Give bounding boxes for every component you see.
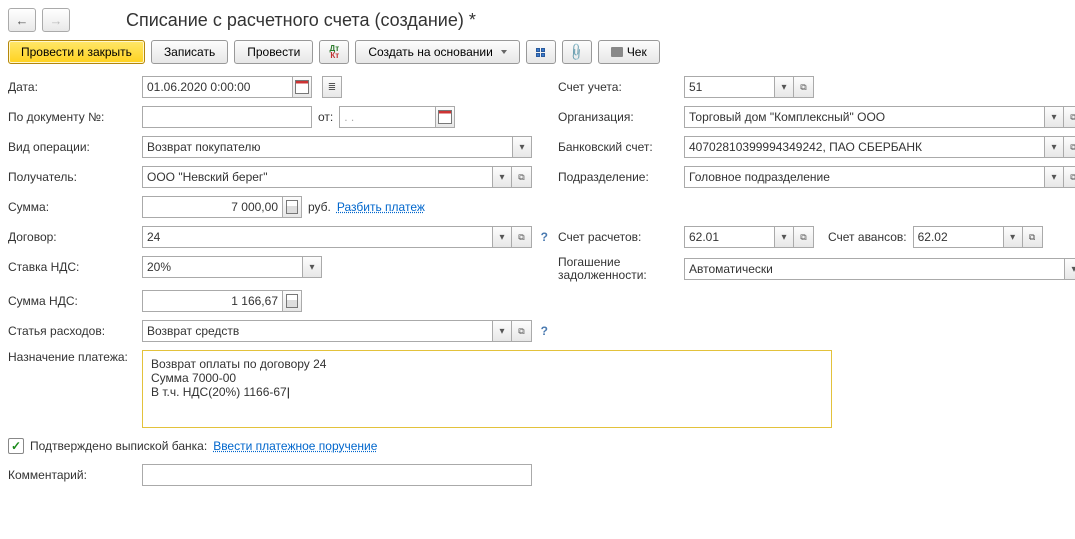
- contract-input[interactable]: 24: [142, 226, 492, 248]
- account-input[interactable]: 51: [684, 76, 774, 98]
- vatsum-label: Сумма НДС:: [8, 294, 136, 308]
- contract-open-button[interactable]: ⧉: [512, 226, 532, 248]
- docnum-date-input[interactable]: . .: [339, 106, 435, 128]
- account-dropdown-button[interactable]: ▾: [774, 76, 794, 98]
- calc-account-label: Счет расчетов:: [558, 230, 678, 244]
- confirmed-label: Подтверждено выпиской банка:: [30, 439, 207, 453]
- org-dropdown-button[interactable]: ▾: [1044, 106, 1064, 128]
- create-based-on-button[interactable]: Создать на основании: [355, 40, 520, 64]
- debt-dropdown-button[interactable]: ▾: [1064, 258, 1075, 280]
- post-and-close-button[interactable]: Провести и закрыть: [8, 40, 145, 64]
- attach-button[interactable]: 📎: [562, 40, 592, 64]
- optype-dropdown-button[interactable]: ▾: [512, 136, 532, 158]
- expense-dropdown-button[interactable]: ▾: [492, 320, 512, 342]
- expense-label: Статья расходов:: [8, 324, 136, 338]
- date-calendar-button[interactable]: [292, 76, 312, 98]
- currency-label: руб.: [308, 200, 331, 214]
- toolbar: Провести и закрыть Записать Провести ДтК…: [8, 40, 1067, 64]
- check-label: Чек: [627, 45, 647, 59]
- division-dropdown-button[interactable]: ▾: [1044, 166, 1064, 188]
- optype-label: Вид операции:: [8, 140, 136, 154]
- vatrate-input[interactable]: 20%: [142, 256, 302, 278]
- expense-input[interactable]: Возврат средств: [142, 320, 492, 342]
- optype-input[interactable]: Возврат покупателю: [142, 136, 512, 158]
- calculator-icon: [286, 294, 298, 308]
- confirmed-checkbox[interactable]: ✓: [8, 438, 24, 454]
- bank-input[interactable]: 40702810399994349242, ПАО СБЕРБАНК: [684, 136, 1044, 158]
- contract-help-icon[interactable]: ?: [541, 230, 548, 244]
- division-label: Подразделение:: [558, 170, 678, 184]
- debt-label: Погашение задолженности:: [558, 256, 678, 282]
- structure-icon: [536, 48, 545, 57]
- split-payment-link[interactable]: Разбить платеж: [337, 200, 425, 214]
- comment-input[interactable]: [142, 464, 532, 486]
- purpose-label: Назначение платежа:: [8, 350, 136, 364]
- sum-label: Сумма:: [8, 200, 136, 214]
- recipient-input[interactable]: ООО "Невский берег": [142, 166, 492, 188]
- vatrate-dropdown-button[interactable]: ▾: [302, 256, 322, 278]
- date-extra-button[interactable]: ≣: [322, 76, 342, 98]
- bank-open-button[interactable]: ⧉: [1064, 136, 1075, 158]
- nav-forward-button[interactable]: →: [42, 8, 70, 32]
- org-label: Организация:: [558, 110, 678, 124]
- bank-label: Банковский счет:: [558, 140, 678, 154]
- docnum-from-label: от:: [318, 110, 333, 124]
- debt-input[interactable]: Автоматически: [684, 258, 1064, 280]
- expense-help-icon[interactable]: ?: [541, 324, 548, 338]
- org-open-button[interactable]: ⧉: [1064, 106, 1075, 128]
- account-label: Счет учета:: [558, 80, 678, 94]
- post-button[interactable]: Провести: [234, 40, 313, 64]
- calc-account-dropdown-button[interactable]: ▾: [774, 226, 794, 248]
- enter-payment-link[interactable]: Ввести платежное поручение: [213, 439, 377, 453]
- docnum-date-calendar-button[interactable]: [435, 106, 455, 128]
- contract-dropdown-button[interactable]: ▾: [492, 226, 512, 248]
- dtkt-button[interactable]: ДтКт: [319, 40, 349, 64]
- calc-account-open-button[interactable]: ⧉: [794, 226, 814, 248]
- account-open-button[interactable]: ⧉: [794, 76, 814, 98]
- date-input[interactable]: 01.06.2020 0:00:00: [142, 76, 292, 98]
- structure-button[interactable]: [526, 40, 556, 64]
- dtkt-icon: ДтКт: [330, 45, 340, 59]
- save-button[interactable]: Записать: [151, 40, 228, 64]
- recipient-label: Получатель:: [8, 170, 136, 184]
- printer-icon: [611, 47, 623, 57]
- bank-dropdown-button[interactable]: ▾: [1044, 136, 1064, 158]
- paperclip-icon: 📎: [567, 42, 587, 62]
- page-title: Списание с расчетного счета (создание) *: [126, 10, 476, 31]
- advance-account-label: Счет авансов:: [828, 230, 907, 244]
- calendar-icon: [295, 80, 309, 94]
- vatsum-input[interactable]: 1 166,67: [142, 290, 282, 312]
- division-input[interactable]: Головное подразделение: [684, 166, 1044, 188]
- calendar-icon: [438, 110, 452, 124]
- expense-open-button[interactable]: ⧉: [512, 320, 532, 342]
- org-input[interactable]: Торговый дом "Комплексный" ООО: [684, 106, 1044, 128]
- docnum-label: По документу №:: [8, 110, 136, 124]
- date-label: Дата:: [8, 80, 136, 94]
- division-open-button[interactable]: ⧉: [1064, 166, 1075, 188]
- calc-account-input[interactable]: 62.01: [684, 226, 774, 248]
- docnum-input[interactable]: [142, 106, 312, 128]
- contract-label: Договор:: [8, 230, 136, 244]
- advance-account-input[interactable]: 62.02: [913, 226, 1003, 248]
- advance-account-dropdown-button[interactable]: ▾: [1003, 226, 1023, 248]
- sum-calc-button[interactable]: [282, 196, 302, 218]
- comment-label: Комментарий:: [8, 468, 136, 482]
- vatsum-calc-button[interactable]: [282, 290, 302, 312]
- recipient-dropdown-button[interactable]: ▾: [492, 166, 512, 188]
- nav-back-button[interactable]: ←: [8, 8, 36, 32]
- vatrate-label: Ставка НДС:: [8, 260, 136, 274]
- advance-account-open-button[interactable]: ⧉: [1023, 226, 1043, 248]
- check-button[interactable]: Чек: [598, 40, 660, 64]
- recipient-open-button[interactable]: ⧉: [512, 166, 532, 188]
- purpose-textarea[interactable]: Возврат оплаты по договору 24 Сумма 7000…: [142, 350, 832, 428]
- calculator-icon: [286, 200, 298, 214]
- sum-input[interactable]: 7 000,00: [142, 196, 282, 218]
